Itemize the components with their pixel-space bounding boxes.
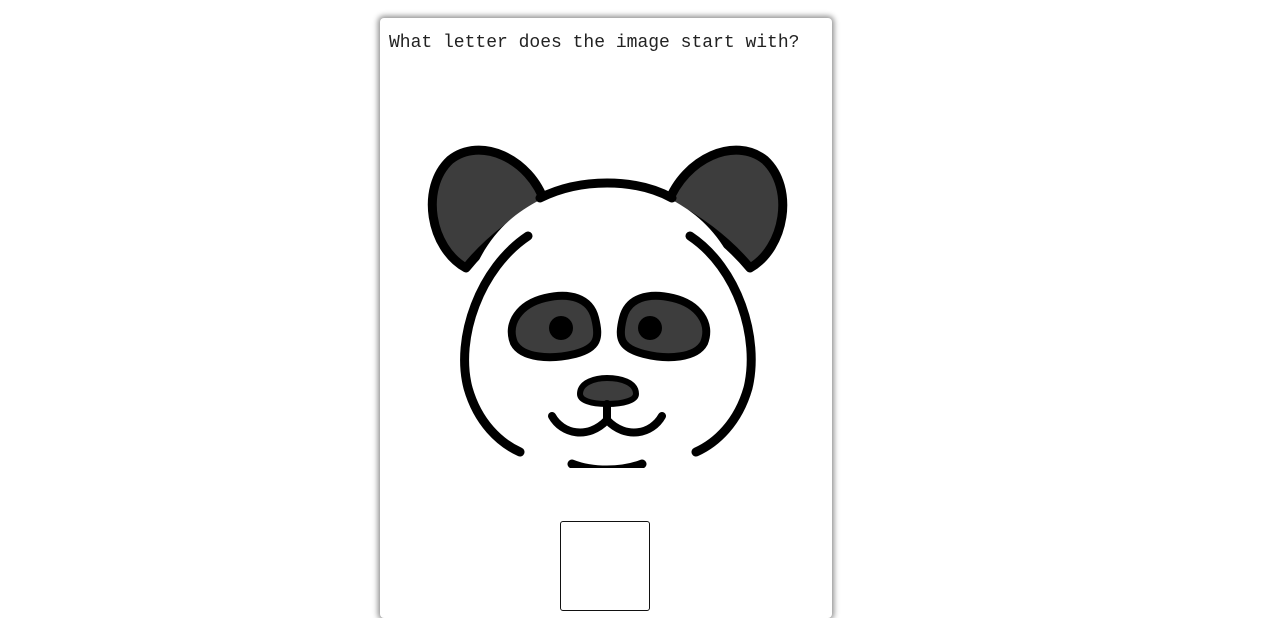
right-eye	[638, 316, 662, 340]
question-card: What letter does the image start with?	[380, 18, 832, 618]
panda-icon	[427, 145, 788, 468]
nose	[577, 375, 639, 407]
chin	[567, 459, 647, 468]
left-eye	[549, 316, 573, 340]
question-text: What letter does the image start with?	[389, 33, 800, 53]
answer-input[interactable]	[560, 521, 650, 611]
right-eye-patch	[616, 291, 711, 362]
